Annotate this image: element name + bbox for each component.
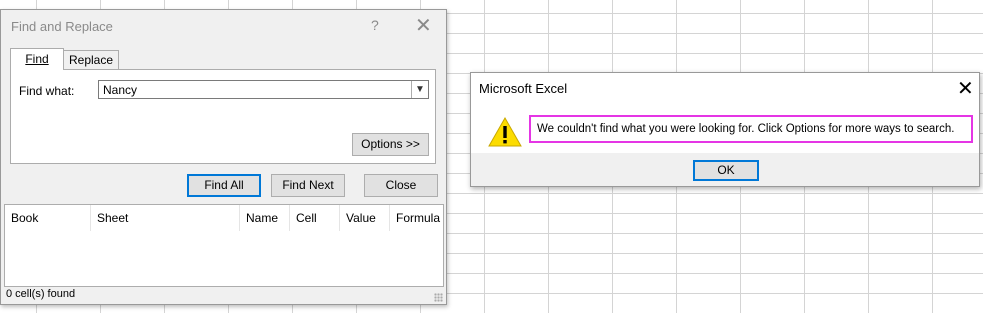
close-icon[interactable]: ✕ xyxy=(415,13,432,38)
message-highlight: We couldn't find what you were looking f… xyxy=(529,115,973,143)
find-what-value: Nancy xyxy=(103,83,138,97)
find-next-label: Find Next xyxy=(282,178,334,192)
results-list[interactable]: Book Sheet Name Cell Value Formula xyxy=(4,204,444,287)
close-icon[interactable]: ✕ xyxy=(957,76,974,101)
tab-replace[interactable]: Replace xyxy=(63,50,119,70)
chevron-down-icon[interactable]: ▼ xyxy=(411,81,428,98)
tab-find[interactable]: Find xyxy=(10,48,64,70)
find-what-input[interactable]: Nancy ▼ xyxy=(98,80,429,99)
excel-message-dialog: Microsoft Excel ✕ We couldn't find what … xyxy=(470,72,980,187)
resize-grip-icon[interactable] xyxy=(434,293,443,302)
tab-find-label: Find xyxy=(25,52,49,66)
options-button-label: Options >> xyxy=(361,137,420,151)
find-all-button[interactable]: Find All xyxy=(187,174,261,197)
ok-button[interactable]: OK xyxy=(693,160,759,181)
dialog-title: Find and Replace xyxy=(11,19,113,34)
warning-icon xyxy=(488,117,522,147)
column-header-name[interactable]: Name xyxy=(240,205,290,231)
column-header-sheet[interactable]: Sheet xyxy=(91,205,240,231)
column-header-value[interactable]: Value xyxy=(340,205,390,231)
find-panel: Find what: Nancy ▼ Options >> xyxy=(10,69,436,164)
message-text: We couldn't find what you were looking f… xyxy=(537,123,955,135)
ok-label: OK xyxy=(717,163,735,177)
find-replace-dialog: Find and Replace ? ✕ Find Replace Find w… xyxy=(0,9,447,305)
options-button[interactable]: Options >> xyxy=(352,133,429,156)
close-button-label: Close xyxy=(385,178,417,192)
close-button[interactable]: Close xyxy=(364,174,438,197)
find-all-label: Find All xyxy=(204,178,244,192)
column-header-cell[interactable]: Cell xyxy=(290,205,340,231)
find-next-button[interactable]: Find Next xyxy=(271,174,345,197)
help-button[interactable]: ? xyxy=(371,17,379,33)
message-dialog-title: Microsoft Excel xyxy=(479,81,568,96)
status-text: 0 cell(s) found xyxy=(6,288,76,300)
tab-replace-label: Replace xyxy=(68,53,114,67)
column-header-formula[interactable]: Formula xyxy=(390,205,443,231)
column-header-book[interactable]: Book xyxy=(5,205,91,231)
find-what-label: Find what: xyxy=(19,84,75,98)
